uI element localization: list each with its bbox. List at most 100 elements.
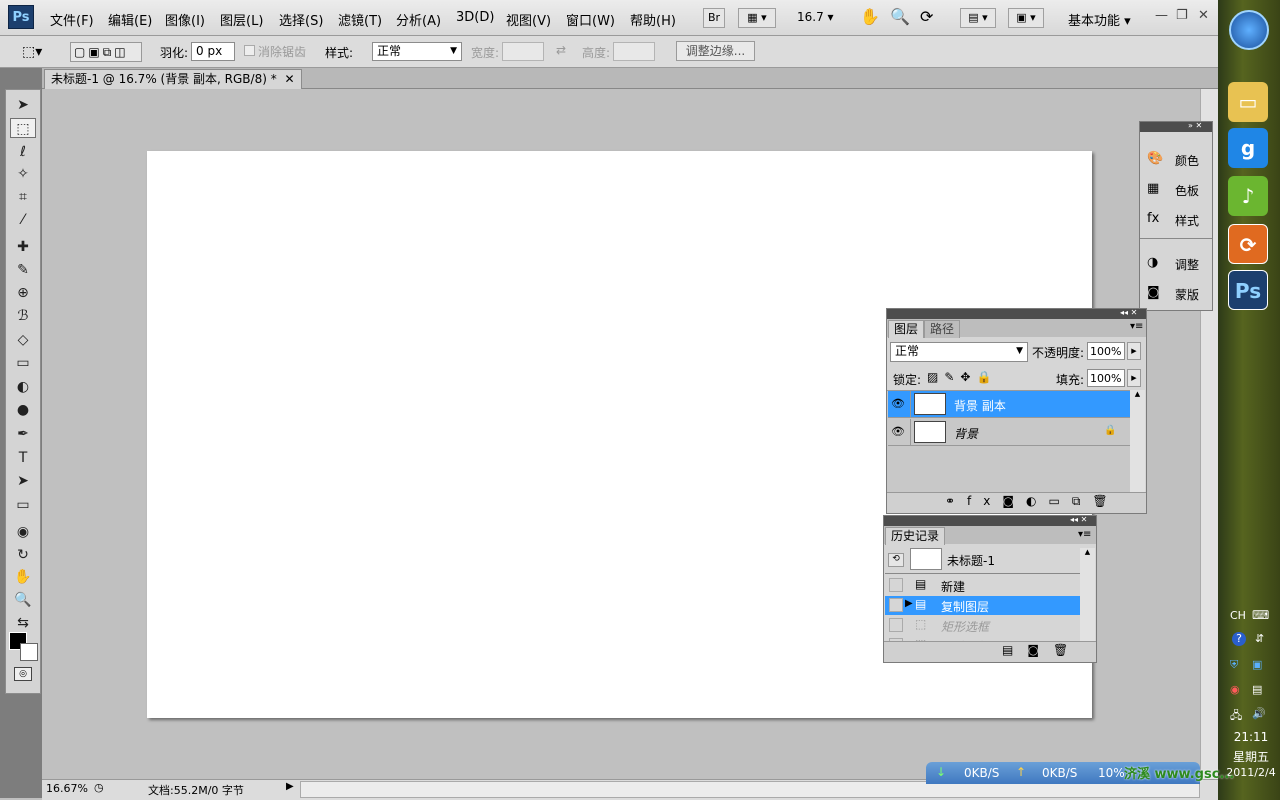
history-item[interactable]: ▤ 新建: [885, 576, 1080, 595]
background-color-swatch[interactable]: [20, 643, 38, 661]
minimize-icon[interactable]: —: [1155, 8, 1168, 23]
quick-mask-icon[interactable]: ◎: [14, 667, 32, 681]
menu-item[interactable]: 滤镜(T): [338, 10, 382, 29]
network-icon[interactable]: 🖧: [1230, 707, 1242, 726]
settings-tray-icon[interactable]: ⇵: [1255, 632, 1264, 645]
quick-select-tool-icon[interactable]: ✧: [10, 164, 36, 184]
layers-scrollbar[interactable]: ▲: [1130, 390, 1145, 492]
feather-input[interactable]: 0 px: [191, 42, 235, 61]
browser-icon[interactable]: ⟳: [1228, 224, 1268, 264]
layer-row[interactable]: 👁 背景 副本: [888, 391, 1130, 418]
status-menu-icon[interactable]: ◷: [94, 781, 104, 794]
tab-layers[interactable]: 图层: [888, 320, 925, 338]
mini-panel-0[interactable]: 🎨 颜色: [1143, 151, 1209, 171]
history-item[interactable]: ⬚ 矩形选框: [885, 616, 1080, 635]
mini-panel-2[interactable]: fx 样式: [1143, 211, 1209, 231]
blend-mode-select[interactable]: 正常 ▼: [890, 342, 1028, 362]
lasso-tool-icon[interactable]: ℓ: [10, 142, 36, 162]
history-brush-tool-icon[interactable]: ℬ: [10, 306, 36, 326]
height-input[interactable]: [613, 42, 655, 61]
volume-icon[interactable]: 🔊: [1252, 707, 1266, 720]
zoom-dropdown[interactable]: 16.7 ▾: [797, 10, 834, 24]
marquee-tool-icon[interactable]: ⬚: [10, 118, 36, 138]
photoshop-taskbar-icon[interactable]: Ps: [1228, 270, 1268, 310]
snapshot-label[interactable]: 未标题-1: [947, 552, 995, 569]
hand-tool-icon[interactable]: ✋: [860, 7, 880, 26]
explorer-icon[interactable]: ▭: [1228, 82, 1268, 122]
type-tool-icon[interactable]: T: [10, 448, 36, 468]
bridge-button[interactable]: Br: [703, 8, 725, 28]
menu-item[interactable]: 编辑(E): [108, 10, 152, 29]
tab-paths[interactable]: 路径: [924, 320, 961, 338]
healing-brush-tool-icon[interactable]: ✚: [10, 237, 36, 257]
opacity-slider-arrow[interactable]: ▶: [1127, 342, 1141, 360]
zoom-tool-icon[interactable]: 🔍: [10, 590, 36, 610]
hand-tool-icon[interactable]: ✋: [10, 567, 36, 587]
fill-slider-arrow[interactable]: ▶: [1127, 369, 1141, 387]
blur-tool-icon[interactable]: ◐: [10, 377, 36, 397]
fill-input[interactable]: 100%: [1087, 369, 1125, 387]
layer-name[interactable]: 背景 副本: [954, 397, 1006, 414]
history-collapse-icon[interactable]: ◂◂ ✕: [1070, 515, 1087, 524]
screen-mode-menu-button[interactable]: ▣ ▾: [1008, 8, 1044, 28]
history-brush-source-box[interactable]: [889, 598, 903, 612]
lock-options-icons[interactable]: ▨✎✥🔒: [927, 370, 997, 384]
mini-panel-3[interactable]: ◑ 调整: [1143, 255, 1209, 275]
update-icon[interactable]: ◉: [1230, 683, 1240, 696]
history-footer-buttons[interactable]: ▤◙🗑: [1002, 643, 1082, 657]
antialias-checkbox[interactable]: [244, 45, 255, 56]
width-input[interactable]: [502, 42, 544, 61]
mini-panel-4[interactable]: ◙ 蒙版: [1143, 285, 1209, 305]
menu-item[interactable]: 帮助(H): [630, 10, 676, 29]
antivirus-icon[interactable]: ▣: [1252, 658, 1262, 671]
restore-icon[interactable]: ❐: [1176, 8, 1188, 23]
path-select-tool-icon[interactable]: ➤: [10, 471, 36, 491]
eyedropper-tool-icon[interactable]: ⁄: [10, 210, 36, 230]
arrange-documents-button[interactable]: ▤ ▾: [960, 8, 996, 28]
history-brush-source-box[interactable]: [889, 578, 903, 592]
3d-orbit-tool-icon[interactable]: ↻: [10, 545, 36, 565]
menu-item[interactable]: 分析(A): [396, 10, 441, 29]
crop-tool-icon[interactable]: ⌗: [10, 187, 36, 207]
history-panel-menu-icon[interactable]: ▾≡: [1078, 529, 1091, 540]
opacity-input[interactable]: 100%: [1087, 342, 1125, 360]
clipboard-icon[interactable]: ▤: [1252, 683, 1262, 696]
swap-icon[interactable]: ⇄: [556, 43, 566, 57]
snapshot-source-icon[interactable]: ⟲: [888, 553, 904, 567]
document-tab[interactable]: 未标题-1 @ 16.7% (背景 副本, RGB/8) * ✕: [44, 69, 302, 89]
security-shield-icon[interactable]: ⛨: [1230, 658, 1238, 672]
move-tool-icon[interactable]: ➤: [10, 95, 36, 115]
tab-history[interactable]: 历史记录: [885, 527, 946, 545]
language-indicator[interactable]: CH: [1230, 609, 1246, 622]
shape-tool-icon[interactable]: ▭: [10, 495, 36, 515]
clone-stamp-tool-icon[interactable]: ⊕: [10, 283, 36, 303]
visibility-eye-icon[interactable]: 👁: [891, 425, 905, 438]
dodge-tool-icon[interactable]: ●: [10, 400, 36, 420]
music-player-icon[interactable]: ♪: [1228, 176, 1268, 216]
menu-item[interactable]: 3D(D): [456, 10, 494, 25]
marquee-preset-icon[interactable]: ⬚▾: [22, 44, 42, 60]
keyboard-icon[interactable]: ⌨: [1252, 608, 1269, 622]
menu-item[interactable]: 图像(I): [165, 10, 205, 29]
menu-item[interactable]: 选择(S): [279, 10, 323, 29]
photoshop-logo[interactable]: Ps: [8, 5, 34, 29]
status-zoom[interactable]: 16.67%: [46, 782, 88, 795]
menu-item[interactable]: 图层(L): [220, 10, 263, 29]
close-icon[interactable]: ✕: [1198, 8, 1209, 23]
layers-collapse-icon[interactable]: ◂◂ ✕: [1120, 308, 1137, 317]
status-arrow-icon[interactable]: ▶: [286, 781, 294, 792]
layers-panel-menu-icon[interactable]: ▾≡: [1130, 321, 1143, 332]
tab-close-icon[interactable]: ✕: [285, 72, 295, 86]
history-brush-source-box[interactable]: [889, 618, 903, 632]
clock-time[interactable]: 21:11: [1226, 730, 1276, 744]
history-scrollbar[interactable]: ▲: [1080, 548, 1095, 641]
menu-item[interactable]: 文件(F): [50, 10, 94, 29]
history-item[interactable]: ▤ 复制图层 ▶: [885, 596, 1080, 615]
layer-name[interactable]: 背景: [954, 425, 978, 442]
style-select[interactable]: 正常 ▼: [372, 42, 462, 61]
refine-edge-button[interactable]: 调整边缘...: [676, 41, 755, 61]
brush-tool-icon[interactable]: ✎: [10, 260, 36, 280]
rotate-view-icon[interactable]: ⟳: [920, 7, 933, 26]
swap-colors-icon[interactable]: ⇆: [10, 613, 36, 633]
3d-rotate-tool-icon[interactable]: ◉: [10, 522, 36, 542]
